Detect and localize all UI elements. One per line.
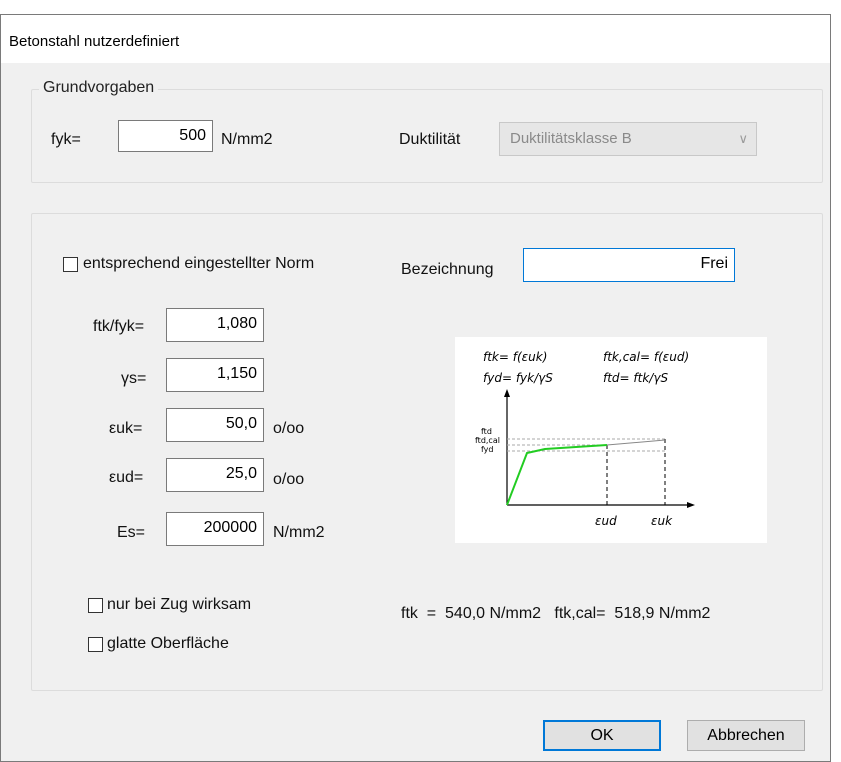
chevron-down-icon: ∨ bbox=[738, 131, 748, 146]
fyk-label: fyk= bbox=[51, 131, 81, 148]
ylabel-ftdcal: ftd,cal bbox=[475, 436, 500, 445]
xlabel-euk: εuk bbox=[651, 514, 673, 528]
eps-ud-unit: o/oo bbox=[273, 471, 305, 488]
formula-ftkcal: ftk,cal= f(εud) bbox=[603, 350, 689, 364]
es-input[interactable]: 200000 bbox=[166, 512, 264, 546]
glatt-checkbox-label: glatte Oberfläche bbox=[107, 635, 229, 652]
dialog-window: Betonstahl nutzerdefiniert Grundvorgaben… bbox=[0, 14, 831, 762]
gamma-s-label: γs= bbox=[121, 370, 147, 387]
ftk-fyk-input[interactable]: 1,080 bbox=[166, 308, 264, 342]
x-axis-arrow bbox=[687, 502, 695, 508]
es-label: Es= bbox=[117, 524, 146, 541]
formula-ftk: ftk= f(εuk) bbox=[483, 350, 547, 364]
formula-fyd: fyd= fyk/γS bbox=[483, 371, 553, 385]
ylabel-fyd: fyd bbox=[481, 445, 494, 454]
duktilitaet-select[interactable]: Duktilitätsklasse B ∨ bbox=[499, 122, 757, 156]
ylabel-ftd: ftd bbox=[481, 427, 492, 436]
eps-uk-input[interactable]: 50,0 bbox=[166, 408, 264, 442]
y-axis-arrow bbox=[504, 389, 510, 397]
ftk-fyk-label: ftk/fyk= bbox=[93, 318, 145, 335]
eps-ud-label: εud= bbox=[109, 469, 144, 486]
norm-checkbox[interactable] bbox=[63, 257, 78, 272]
stress-strain-diagram: ftk= f(εuk) ftk,cal= f(εud) fyd= fyk/γS … bbox=[455, 337, 767, 543]
bezeichnung-input[interactable]: Frei bbox=[523, 248, 735, 282]
cancel-button[interactable]: Abbrechen bbox=[687, 720, 805, 751]
char-curve bbox=[606, 439, 666, 446]
norm-checkbox-label: entsprechend eingestellter Norm bbox=[83, 255, 315, 272]
window-title: Betonstahl nutzerdefiniert bbox=[9, 33, 180, 50]
result-text: ftk = 540,0 N/mm2 ftk,cal= 518,9 N/mm2 bbox=[401, 605, 711, 622]
fyk-unit: N/mm2 bbox=[221, 131, 273, 148]
diagram-svg: ftk= f(εuk) ftk,cal= f(εud) fyd= fyk/γS … bbox=[475, 350, 695, 528]
design-curve bbox=[506, 444, 608, 506]
xlabel-eud: εud bbox=[595, 514, 617, 528]
bezeichnung-label: Bezeichnung bbox=[401, 261, 494, 278]
gamma-s-input[interactable]: 1,150 bbox=[166, 358, 264, 392]
eps-ud-input[interactable]: 25,0 bbox=[166, 458, 264, 492]
ok-button[interactable]: OK bbox=[543, 720, 661, 751]
zug-checkbox[interactable] bbox=[88, 598, 103, 613]
glatt-checkbox[interactable] bbox=[88, 637, 103, 652]
duktilitaet-label: Duktilität bbox=[399, 131, 461, 148]
eps-uk-unit: o/oo bbox=[273, 420, 305, 437]
eps-uk-label: εuk= bbox=[109, 420, 143, 437]
background-window-strip bbox=[0, 0, 841, 14]
duktilitaet-value: Duktilitätsklasse B bbox=[510, 130, 632, 147]
es-unit: N/mm2 bbox=[273, 524, 325, 541]
fyk-input[interactable]: 500 bbox=[118, 120, 213, 152]
zug-checkbox-label: nur bei Zug wirksam bbox=[107, 596, 252, 613]
title-bar: Betonstahl nutzerdefiniert bbox=[1, 15, 830, 63]
formula-ftd: ftd= ftk/γS bbox=[603, 371, 668, 385]
grundvorgaben-legend: Grundvorgaben bbox=[39, 79, 159, 97]
